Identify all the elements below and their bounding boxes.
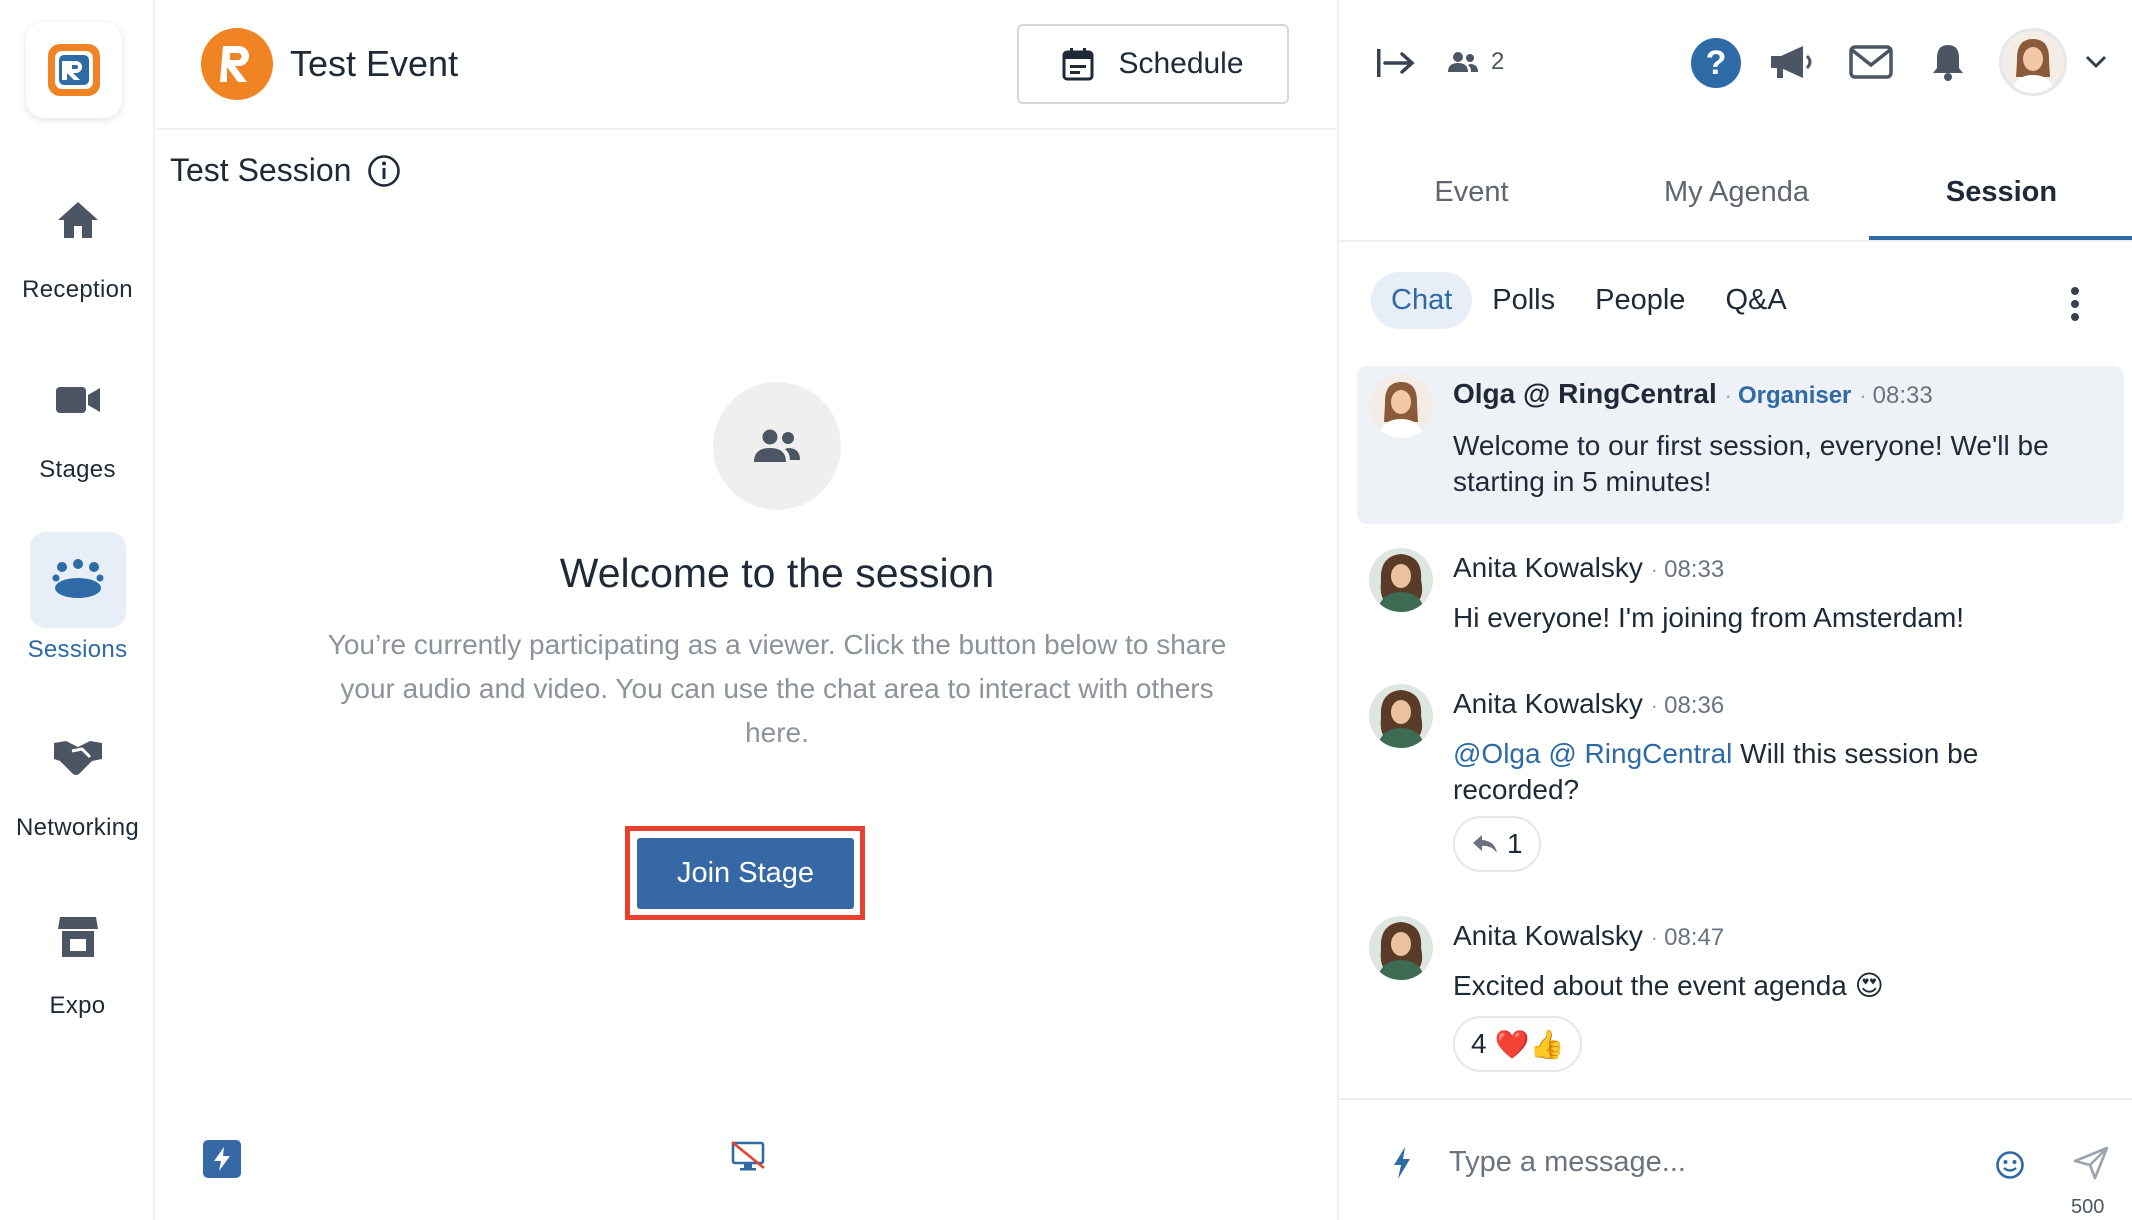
tab-session[interactable]: Session: [1869, 160, 2132, 240]
message-composer: 500: [1339, 1098, 2132, 1220]
author-name[interactable]: Anita Kowalsky: [1453, 688, 1643, 719]
welcome-heading: Welcome to the session: [559, 550, 995, 596]
reaction-emojis: ❤️👍: [1494, 1028, 1565, 1060]
chat-message: Anita Kowalsky · 08:47 Excited about the…: [1357, 916, 2124, 1076]
send-icon[interactable]: [2073, 1146, 2109, 1185]
emoji-picker-icon[interactable]: [1995, 1150, 2025, 1185]
bell-icon[interactable]: [1931, 42, 1965, 87]
nav-label: Stages: [39, 456, 116, 483]
nav-label: Sessions: [27, 636, 128, 663]
panel-tabs: Event My Agenda Session: [1339, 160, 2132, 242]
calendar-icon: [1062, 48, 1094, 81]
character-limit: 500: [2071, 1196, 2105, 1218]
event-header: Test Event Schedule: [157, 0, 1337, 130]
lightning-icon[interactable]: [1391, 1146, 1413, 1185]
role-badge: Organiser: [1738, 382, 1852, 409]
left-navigation: Reception Stages Sessions Networking Exp…: [0, 0, 155, 1220]
author-name[interactable]: Anita Kowalsky: [1453, 552, 1643, 583]
avatar: [1369, 916, 1433, 980]
reply-count: 1: [1507, 828, 1523, 859]
subtab-chat[interactable]: Chat: [1371, 272, 1473, 329]
message-text: @Olga @ RingCentral Will this session be…: [1453, 736, 2093, 808]
user-mention[interactable]: @Olga @ RingCentral: [1453, 738, 1732, 769]
info-icon[interactable]: [367, 154, 401, 188]
session-title-row: Test Session: [170, 152, 401, 189]
avatar: [1369, 684, 1433, 748]
timestamp: 08:36: [1664, 692, 1725, 719]
home-icon: [30, 172, 126, 268]
user-avatar[interactable]: [1999, 28, 2067, 96]
right-toolbar: 2 ?: [1339, 0, 2132, 130]
mail-icon[interactable]: [1849, 44, 1893, 85]
reaction-count: 4: [1471, 1028, 1487, 1059]
session-subtabs: Chat Polls People Q&A: [1371, 272, 1807, 329]
booth-icon: [30, 888, 126, 984]
avatar: [1369, 548, 1433, 612]
attendee-count[interactable]: 2: [1447, 48, 1504, 76]
timestamp: 08:47: [1664, 924, 1725, 951]
sessions-group-icon: [29, 532, 126, 628]
message-text: Hi everyone! I'm joining from Amsterdam!: [1453, 602, 1965, 633]
nav-item-expo[interactable]: Expo: [0, 888, 155, 1020]
app-logo[interactable]: [26, 22, 122, 118]
author-name[interactable]: Olga @ RingCentral: [1453, 378, 1717, 409]
tab-event[interactable]: Event: [1339, 160, 1604, 240]
nav-label: Expo: [49, 992, 106, 1019]
message-text: Excited about the event agenda 😍: [1453, 970, 1884, 1001]
video-camera-icon: [30, 352, 126, 448]
collapse-panel-icon[interactable]: [1375, 47, 1417, 84]
handshake-icon: [30, 710, 126, 806]
message-text: Welcome to our first session, everyone! …: [1453, 430, 2049, 497]
emoji-reaction-chip[interactable]: 4 ❤️👍: [1453, 1016, 1583, 1072]
right-panel: 2 ? Event My Agenda Session Chat Polls P…: [1337, 0, 2132, 1220]
schedule-button[interactable]: Schedule: [1017, 24, 1289, 104]
message-header: Anita Kowalsky · 08:33: [1453, 552, 1725, 583]
message-header: Anita Kowalsky · 08:47: [1453, 920, 1725, 951]
help-icon[interactable]: ?: [1691, 38, 1741, 88]
attendee-count-value: 2: [1491, 48, 1505, 75]
schedule-label: Schedule: [1118, 47, 1244, 80]
message-header: Olga @ RingCentral · Organiser · 08:33: [1453, 378, 1933, 409]
people-placeholder-icon: [713, 382, 841, 510]
nav-item-networking[interactable]: Networking: [0, 710, 155, 842]
avatar: [1369, 374, 1433, 438]
timestamp: 08:33: [1664, 556, 1725, 583]
people-icon: [1448, 52, 1478, 72]
nav-label: Networking: [15, 814, 140, 841]
subtab-qa[interactable]: Q&A: [1705, 272, 1806, 329]
ringcentral-logo-icon: [48, 44, 100, 96]
event-logo: [201, 28, 273, 100]
nav-label: Reception: [22, 276, 133, 303]
session-title: Test Session: [170, 152, 352, 188]
event-title: Test Event: [290, 43, 459, 84]
reply-reaction-chip[interactable]: 1: [1453, 816, 1541, 872]
message-header: Anita Kowalsky · 08:36: [1453, 688, 1725, 719]
reply-icon: [1473, 835, 1497, 853]
chat-message: Olga @ RingCentral · Organiser · 08:33 W…: [1357, 366, 2124, 524]
lightning-icon: [214, 1147, 230, 1171]
timestamp: 08:33: [1872, 382, 1933, 409]
subtab-people[interactable]: People: [1575, 272, 1705, 329]
nav-item-reception[interactable]: Reception: [0, 172, 155, 304]
reactions-bolt-button[interactable]: [203, 1140, 241, 1178]
nav-item-stages[interactable]: Stages: [0, 352, 155, 484]
welcome-text: You’re currently participating as a view…: [327, 629, 1227, 748]
author-name[interactable]: Anita Kowalsky: [1453, 920, 1643, 951]
chat-message: Anita Kowalsky · 08:36 @Olga @ RingCentr…: [1357, 684, 2124, 884]
chevron-down-icon[interactable]: [2085, 55, 2107, 74]
tab-my-agenda[interactable]: My Agenda: [1604, 160, 1869, 240]
join-stage-button[interactable]: Join Stage: [637, 838, 854, 909]
welcome-panel: Welcome to the session You’re currently …: [277, 382, 1277, 755]
megaphone-icon[interactable]: [1769, 44, 1815, 87]
screen-share-disabled-icon[interactable]: [730, 1140, 766, 1177]
message-input[interactable]: [1449, 1134, 1949, 1190]
more-options-icon[interactable]: [2069, 286, 2081, 327]
chat-message: Anita Kowalsky · 08:33 Hi everyone! I'm …: [1357, 548, 2124, 648]
session-stage-area: Test Event Schedule Test Session Welcome…: [157, 0, 1337, 1220]
subtab-polls[interactable]: Polls: [1472, 272, 1575, 329]
nav-item-sessions[interactable]: Sessions: [0, 532, 155, 664]
